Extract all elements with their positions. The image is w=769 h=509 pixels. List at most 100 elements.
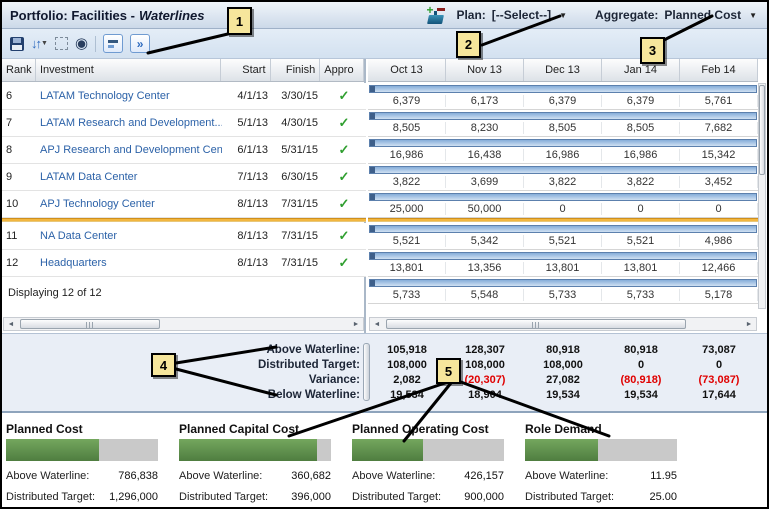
investment-link[interactable]: APJ Technology Center <box>36 198 222 210</box>
timeline-row: 25,000 50,000 0 0 0 <box>368 191 758 218</box>
scrollbar-thumb[interactable] <box>20 319 160 329</box>
chart-icon[interactable] <box>103 34 124 53</box>
scroll-right-icon[interactable]: ► <box>742 318 756 330</box>
metric-card-planned-capital-cost: Planned Capital Cost Above Waterline: 360… <box>179 422 352 505</box>
gantt-bar[interactable] <box>369 279 757 287</box>
metric-title: Role Demand <box>525 422 602 436</box>
summary-row: Distributed Target: 108,000 108,000 108,… <box>2 357 767 372</box>
summary-label: Variance: <box>308 373 360 386</box>
distributed-target-value: 900,000 <box>464 491 504 503</box>
timeline-row: 3,822 3,699 3,822 3,822 3,452 <box>368 164 758 191</box>
investments-header-row: Rank Investment Start Finish Appro <box>2 59 364 82</box>
investment-link[interactable]: LATAM Technology Center <box>36 90 222 102</box>
sort-button[interactable]: ↓↑ ▼ <box>31 36 48 51</box>
callout-2: 2 <box>456 31 481 58</box>
gantt-bar[interactable] <box>369 225 757 233</box>
approved-check-icon: ✓ <box>338 255 350 270</box>
aggregate-label: Aggregate: <box>595 8 659 22</box>
progress-fill <box>6 439 99 461</box>
table-row[interactable]: 11 NA Data Center 8/1/13 7/31/15 ✓ <box>2 223 366 250</box>
timeline-row: 5,521 5,342 5,521 5,521 4,986 <box>368 223 758 250</box>
select-region-icon[interactable] <box>54 37 68 50</box>
scrollbar-thumb[interactable] <box>759 85 765 175</box>
investment-link[interactable]: LATAM Research and Development... <box>36 117 222 129</box>
progress-bar <box>525 439 677 461</box>
callout-5: 5 <box>436 358 461 384</box>
progress-bar <box>352 439 504 461</box>
table-row[interactable]: 10 APJ Technology Center 8/1/13 7/31/15 … <box>2 191 366 218</box>
scroll-left-icon[interactable]: ◄ <box>4 318 18 330</box>
summary-row: Below Waterline: 19,534 18,904 19,534 19… <box>2 387 767 402</box>
page-title-waterlines: Waterlines <box>138 7 205 23</box>
progress-bar <box>6 439 158 461</box>
table-row[interactable]: 6 LATAM Technology Center 4/1/13 3/30/15… <box>2 83 366 110</box>
investment-link[interactable]: Headquarters <box>36 257 222 269</box>
scenario-icon[interactable]: + <box>426 3 446 24</box>
aggregate-dropdown-icon[interactable]: ▼ <box>749 11 757 20</box>
above-waterline-value: 786,838 <box>118 470 158 482</box>
metric-title: Planned Operating Cost <box>352 422 489 436</box>
column-header-approved[interactable]: Appro <box>320 59 364 81</box>
table-row[interactable]: 9 LATAM Data Center 7/1/13 6/30/15 ✓ <box>2 164 366 191</box>
left-horizontal-scrollbar[interactable]: ◄ ► <box>3 317 364 331</box>
gantt-bar[interactable] <box>369 112 757 120</box>
main-area: Rank Investment Start Finish Appro 6 LAT… <box>2 59 767 333</box>
timeline-horizontal-scrollbar[interactable]: ◄ ► <box>369 317 757 331</box>
gantt-bar[interactable] <box>369 139 757 147</box>
scroll-left-icon[interactable]: ◄ <box>370 318 384 330</box>
column-header-finish[interactable]: Finish <box>271 59 321 81</box>
above-waterline-value: 11.95 <box>650 470 677 482</box>
scroll-right-icon[interactable]: ► <box>349 318 363 330</box>
table-row[interactable]: 8 APJ Research and Development Center 6/… <box>2 137 366 164</box>
waterline-divider[interactable] <box>368 218 758 222</box>
table-row[interactable]: 7 LATAM Research and Development... 5/1/… <box>2 110 366 137</box>
timeline-row: 6,379 6,173 6,379 6,379 5,761 <box>368 83 758 110</box>
column-header-investment[interactable]: Investment <box>36 59 221 81</box>
summary-label: Below Waterline: <box>267 388 360 401</box>
investment-link[interactable]: NA Data Center <box>36 230 222 242</box>
expand-toolbar-icon[interactable]: » <box>130 34 151 53</box>
timeline-row: 5,733 5,548 5,733 5,733 5,178 <box>368 277 758 304</box>
title-bar: Portfolio: Facilities - Waterlines + Plan… <box>2 2 767 29</box>
approved-check-icon: ✓ <box>338 88 350 103</box>
waterline-divider[interactable] <box>2 218 366 222</box>
gantt-bar[interactable] <box>369 85 757 93</box>
view-options-icon[interactable]: ◉ <box>75 36 88 51</box>
column-header-rank[interactable]: Rank <box>2 59 36 81</box>
timeline-header-row: Oct 13 Nov 13 Dec 13 Jan 14 Feb 14 <box>368 59 758 82</box>
month-header[interactable]: Feb 14 <box>680 59 758 81</box>
callout-3: 3 <box>640 37 665 64</box>
approved-check-icon: ✓ <box>338 115 350 130</box>
scrollbar-thumb[interactable] <box>386 319 686 329</box>
investment-link[interactable]: APJ Research and Development Center <box>36 144 222 156</box>
month-header[interactable]: Dec 13 <box>524 59 602 81</box>
save-icon[interactable] <box>10 36 24 51</box>
summary-scrollbar[interactable] <box>363 343 370 401</box>
summary-row: Variance: 2,082 (20,307) 27,082 (80,918)… <box>2 372 767 387</box>
investments-panel: Rank Investment Start Finish Appro 6 LAT… <box>2 59 366 333</box>
gantt-bar[interactable] <box>369 166 757 174</box>
month-header[interactable]: Nov 13 <box>446 59 524 81</box>
table-row[interactable]: 12 Headquarters 8/1/13 7/31/15 ✓ <box>2 250 366 277</box>
metric-card-role-demand: Role Demand Above Waterline: 11.95 Distri… <box>525 422 698 505</box>
summary-label: Distributed Target: <box>257 358 360 371</box>
column-header-start[interactable]: Start <box>221 59 271 81</box>
metrics-panel: Planned Cost Above Waterline: 786,838 Dis… <box>2 411 767 505</box>
progress-fill <box>179 439 318 461</box>
approved-check-icon: ✓ <box>338 142 350 157</box>
callout-1: 1 <box>227 7 252 35</box>
distributed-target-value: 1,296,000 <box>109 491 158 503</box>
month-header[interactable]: Oct 13 <box>368 59 446 81</box>
gantt-bar[interactable] <box>369 193 757 201</box>
investment-link[interactable]: LATAM Data Center <box>36 171 222 183</box>
metric-card-planned-operating-cost: Planned Operating Cost Above Waterline: 4… <box>352 422 525 505</box>
aggregate-select[interactable]: Planned Cost <box>664 8 741 22</box>
approved-check-icon: ✓ <box>338 196 350 211</box>
gantt-bar[interactable] <box>369 252 757 260</box>
plan-dropdown-icon[interactable]: ▼ <box>559 11 567 20</box>
plan-select[interactable]: [--Select--] <box>492 8 551 22</box>
record-count-status: Displaying 12 of 12 <box>8 287 102 299</box>
toolbar-divider <box>95 35 97 52</box>
sort-caret-icon[interactable]: ▼ <box>41 40 48 47</box>
timeline-vertical-scrollbar[interactable] <box>758 83 766 309</box>
